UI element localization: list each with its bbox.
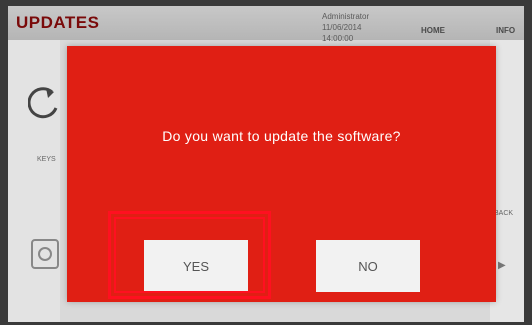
back-button[interactable]: BACK [494,210,513,217]
touch-screen: UPDATES Administrator 11/06/2014 14:00:0… [8,6,524,322]
home-nav-button[interactable]: HOME [421,26,445,35]
page-title: UPDATES [16,13,100,32]
user-name: Administrator [322,12,370,21]
device-icon[interactable] [30,234,60,274]
user-info: Administrator 11/06/2014 14:00:00 [322,11,369,44]
top-bar: UPDATES Administrator 11/06/2014 14:00:0… [8,6,524,43]
keys-label: KEYS [37,156,56,163]
left-panel [8,40,60,322]
info-nav-button[interactable]: INFO [496,26,515,35]
chevron-right-icon[interactable]: ▶ [498,260,506,271]
no-button[interactable]: NO [316,240,420,292]
yes-highlight-inner [114,217,265,293]
time-label: 14:00:00 [322,34,354,43]
refresh-icon[interactable] [28,84,60,124]
dialog-question: Do you want to update the software? [162,128,401,144]
date-label: 11/06/2014 [322,23,362,32]
